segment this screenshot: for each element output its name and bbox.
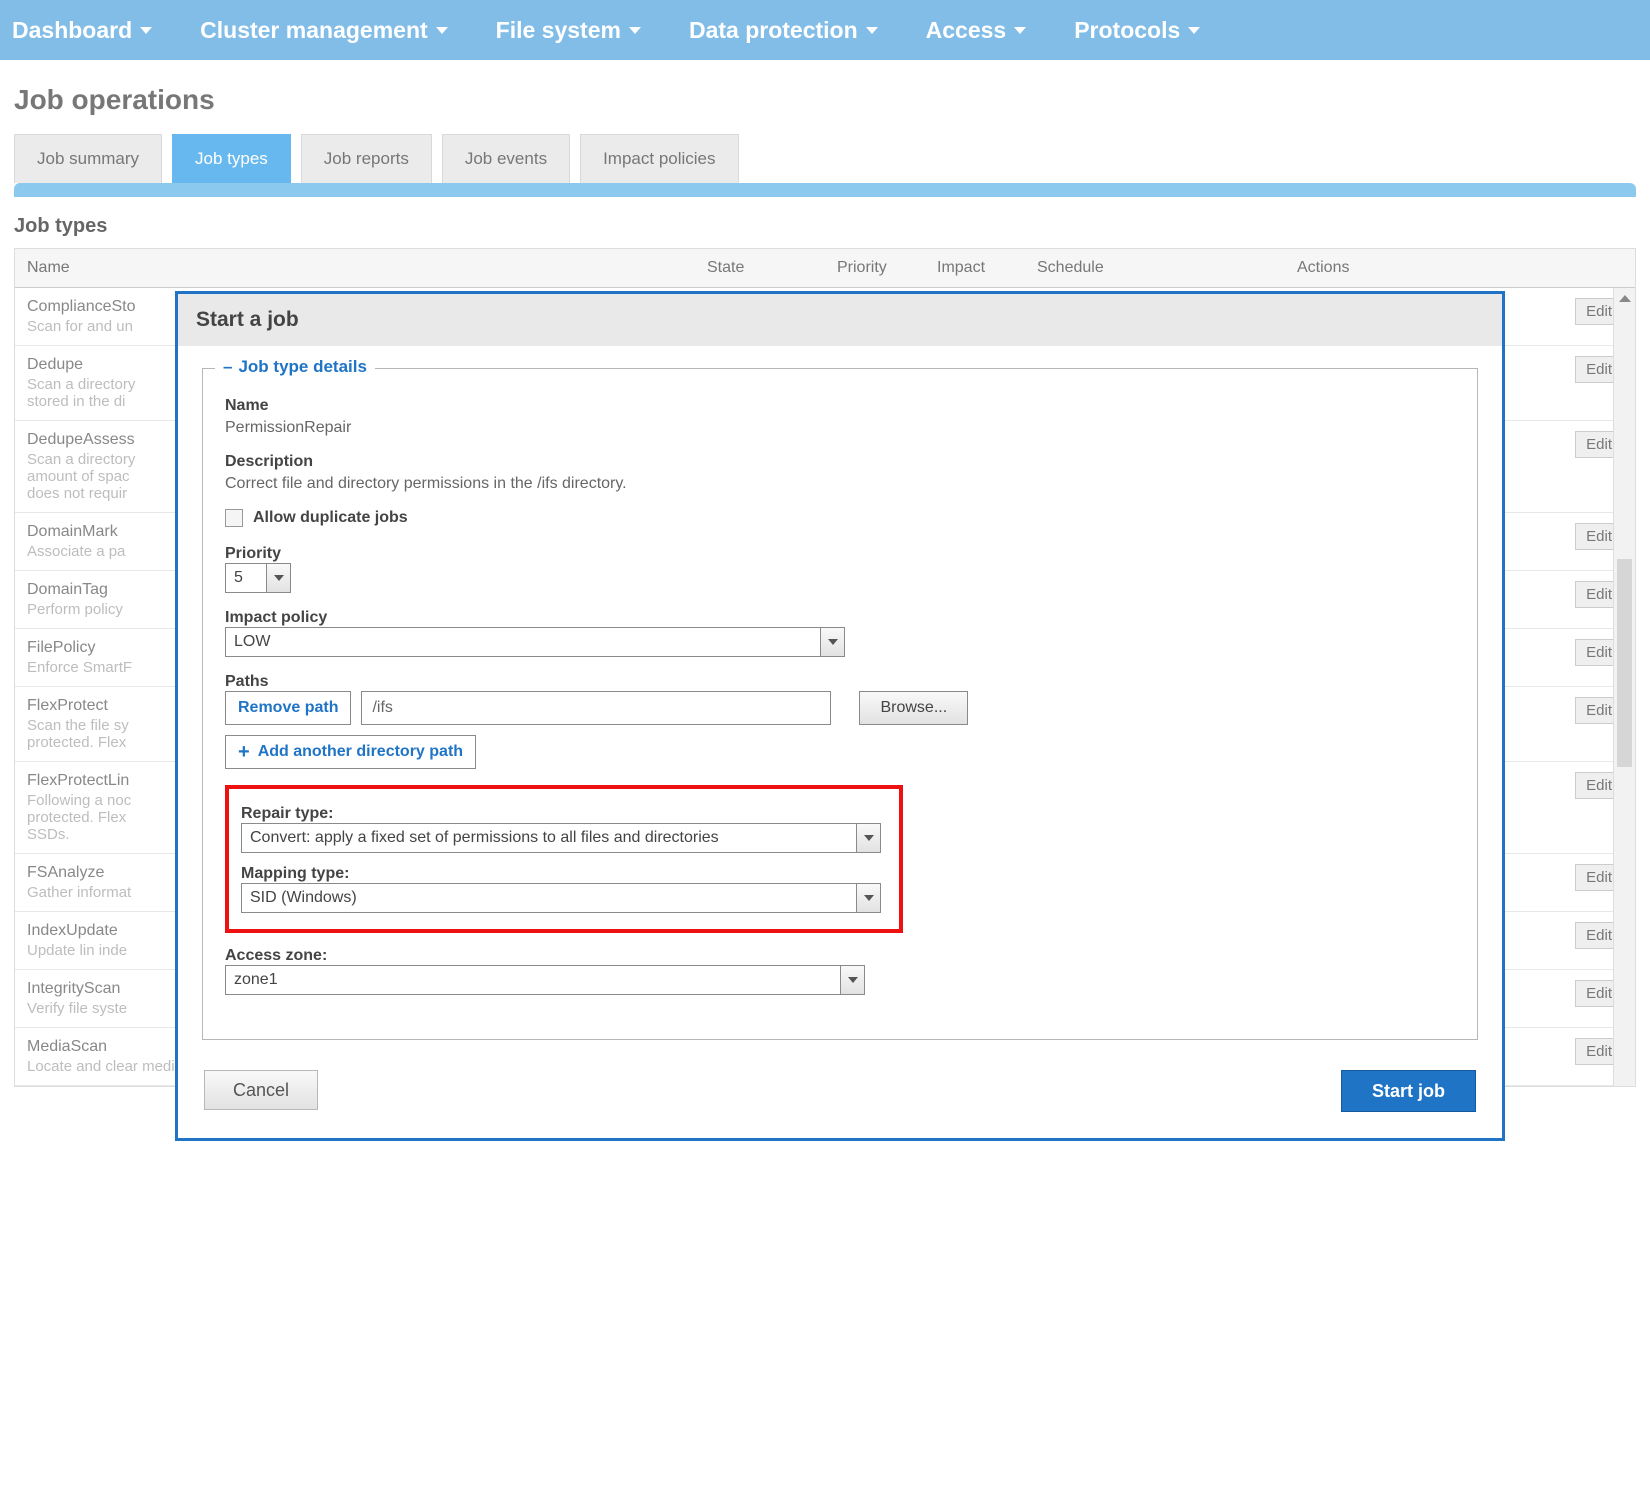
repair-type-label: Repair type:	[241, 805, 887, 823]
tab-job-types[interactable]: Job types	[172, 134, 291, 183]
collapse-icon: –	[223, 357, 232, 377]
start-job-button[interactable]: Start job	[1341, 1070, 1476, 1112]
priority-dropdown-button[interactable]	[267, 563, 291, 593]
mapping-type-select[interactable]: SID (Windows)	[241, 883, 857, 913]
nav-item-access[interactable]: Access	[926, 17, 1027, 44]
col-actions: Actions	[1285, 249, 1635, 287]
mapping-dropdown-button[interactable]	[857, 883, 881, 913]
priority-label: Priority	[225, 545, 1455, 563]
nav-item-dashboard[interactable]: Dashboard	[12, 17, 152, 44]
chevron-down-icon	[848, 977, 858, 983]
nav-label: Protocols	[1074, 17, 1180, 44]
impact-policy-label: Impact policy	[225, 609, 1455, 627]
scrollbar[interactable]	[1613, 288, 1635, 1086]
impact-dropdown-button[interactable]	[821, 627, 845, 657]
tab-impact-policies[interactable]: Impact policies	[580, 134, 738, 183]
nav-item-data-protection[interactable]: Data protection	[689, 17, 878, 44]
start-job-modal: Start a job – Job type details Name Perm…	[175, 291, 1505, 1141]
chevron-down-icon	[864, 895, 874, 901]
access-zone-select[interactable]: zone1	[225, 965, 841, 995]
nav-label: Dashboard	[12, 17, 132, 44]
job-type-details-fieldset: – Job type details Name PermissionRepair…	[202, 368, 1478, 1040]
plus-icon: +	[238, 742, 250, 762]
chevron-down-icon	[140, 27, 152, 34]
nav-item-protocols[interactable]: Protocols	[1074, 17, 1200, 44]
table-body: ComplianceStoScan for and unEditDedupeSc…	[15, 288, 1635, 1086]
name-label: Name	[225, 397, 1455, 415]
name-value: PermissionRepair	[225, 419, 1455, 437]
scroll-thumb[interactable]	[1617, 559, 1632, 766]
col-priority[interactable]: Priority	[825, 249, 925, 287]
page-title: Job operations	[0, 60, 1650, 134]
nav-item-cluster-management[interactable]: Cluster management	[200, 17, 448, 44]
nav-label: File system	[496, 17, 621, 44]
highlighted-section: Repair type: Convert: apply a fixed set …	[225, 785, 903, 933]
chevron-down-icon	[1014, 27, 1026, 34]
chevron-down-icon	[864, 835, 874, 841]
access-zone-label: Access zone:	[225, 947, 1455, 965]
nav-label: Data protection	[689, 17, 858, 44]
nav-label: Cluster management	[200, 17, 428, 44]
legend-text: Job type details	[238, 357, 366, 377]
tab-job-events[interactable]: Job events	[442, 134, 570, 183]
add-path-label: Add another directory path	[258, 743, 463, 761]
repair-type-select[interactable]: Convert: apply a fixed set of permission…	[241, 823, 857, 853]
chevron-down-icon	[629, 27, 641, 34]
modal-title: Start a job	[178, 294, 1502, 346]
fieldset-legend[interactable]: – Job type details	[215, 357, 375, 377]
paths-label: Paths	[225, 673, 1455, 691]
zone-dropdown-button[interactable]	[841, 965, 865, 995]
col-state[interactable]: State	[695, 249, 825, 287]
job-types-table: Name State Priority Impact Schedule Acti…	[14, 248, 1636, 1087]
allow-duplicate-label: Allow duplicate jobs	[253, 509, 408, 527]
section-title: Job types	[0, 197, 1650, 248]
col-impact[interactable]: Impact	[925, 249, 1025, 287]
cancel-button[interactable]: Cancel	[204, 1070, 318, 1110]
description-label: Description	[225, 453, 1455, 471]
chevron-down-icon	[274, 575, 284, 581]
chevron-down-icon	[436, 27, 448, 34]
col-schedule[interactable]: Schedule	[1025, 249, 1285, 287]
remove-path-button[interactable]: Remove path	[225, 691, 351, 725]
chevron-down-icon	[1188, 27, 1200, 34]
allow-duplicate-checkbox[interactable]	[225, 509, 243, 527]
path-input[interactable]	[361, 691, 831, 725]
tab-underline	[14, 183, 1636, 197]
scroll-up-icon[interactable]	[1619, 295, 1631, 302]
nav-label: Access	[926, 17, 1007, 44]
table-header: Name State Priority Impact Schedule Acti…	[15, 249, 1635, 288]
top-nav: Dashboard Cluster management File system…	[0, 0, 1650, 60]
repair-dropdown-button[interactable]	[857, 823, 881, 853]
mapping-type-label: Mapping type:	[241, 865, 887, 883]
impact-policy-select[interactable]: LOW	[225, 627, 821, 657]
tab-bar: Job summary Job types Job reports Job ev…	[0, 134, 1650, 197]
tab-job-reports[interactable]: Job reports	[301, 134, 432, 183]
priority-select[interactable]: 5	[225, 563, 267, 593]
browse-button[interactable]: Browse...	[859, 691, 968, 725]
chevron-down-icon	[866, 27, 878, 34]
col-name[interactable]: Name	[15, 249, 695, 287]
chevron-down-icon	[828, 639, 838, 645]
nav-item-file-system[interactable]: File system	[496, 17, 641, 44]
description-value: Correct file and directory permissions i…	[225, 475, 1455, 493]
add-path-button[interactable]: + Add another directory path	[225, 735, 476, 769]
tab-job-summary[interactable]: Job summary	[14, 134, 162, 183]
